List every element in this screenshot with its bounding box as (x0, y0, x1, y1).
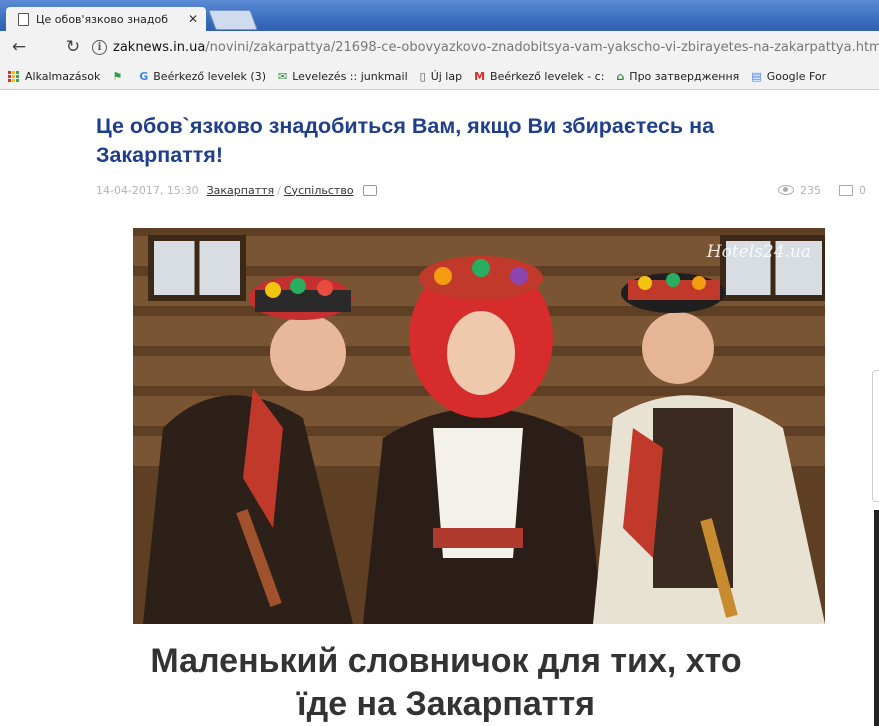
bookmark-flag[interactable]: ⚑ (112, 70, 127, 83)
eye-icon (778, 185, 794, 195)
bookmark-junkmail[interactable]: ✉ Levelezés :: junkmail (278, 70, 408, 83)
bookmark-new-tab[interactable]: ▯ Új lap (420, 70, 462, 83)
bookmark-label: Levelezés :: junkmail (292, 69, 408, 83)
bookmark-label: Alkalmazások (25, 69, 101, 83)
caption-line-2: їде на Закарпаття (297, 685, 595, 723)
print-icon[interactable] (362, 184, 377, 196)
bookmark-approval[interactable]: ⌂ Про затвердження (616, 70, 739, 83)
apps-icon (8, 70, 19, 82)
bookmarks-bar: Alkalmazások ⚑ G Beérkező levelek (3) ✉ … (0, 63, 879, 90)
photo-watermark: Hotels24.ua (706, 242, 811, 262)
house-icon: ⌂ (616, 69, 625, 83)
tab-title: Це обов'язково знадоб (36, 12, 169, 26)
bookmark-apps[interactable]: Alkalmazások (0, 70, 100, 83)
caption-line-1: Маленький словничок для тих, хто (150, 642, 742, 680)
gmail-icon: M (474, 69, 486, 83)
article-stats: 235 0 (778, 184, 866, 197)
browser-toolbar: ← ↻ i zaknews.in.ua /novini/zakarpattya/… (0, 31, 879, 63)
article-photo: Hotels24.ua (133, 228, 825, 624)
bookmark-label: Beérkező levelek - c: (490, 69, 605, 83)
back-arrow-icon[interactable]: ← (6, 37, 32, 57)
category-separator: / (277, 183, 281, 197)
side-widget-tab[interactable] (872, 370, 879, 502)
page-icon: ▯ (419, 69, 426, 83)
photo-illustration (133, 228, 825, 624)
bookmark-label: Про затвердження (629, 69, 740, 83)
google-forms-icon: ▤ (751, 69, 762, 83)
comment-icon[interactable] (839, 184, 853, 196)
mail-icon: ✉ (278, 69, 288, 83)
bookmark-google-forms[interactable]: ▤ Google For (751, 70, 826, 83)
page-icon (18, 12, 29, 26)
new-tab-button[interactable] (208, 10, 258, 30)
bookmark-label: Új lap (430, 69, 463, 83)
url-path: /novini/zakarpattya/21698-ce-obovyazkovo… (205, 39, 879, 55)
reload-icon[interactable]: ↻ (60, 37, 86, 57)
flag-icon: ⚑ (112, 69, 123, 83)
close-icon[interactable]: ✕ (188, 12, 198, 26)
browser-tabbar: Це обов'язково знадоб ✕ (0, 0, 879, 31)
views-count: 235 (800, 183, 821, 197)
side-edge-panel (874, 510, 879, 726)
bookmark-gmail[interactable]: M Beérkező levelek - c: (474, 70, 604, 83)
info-icon[interactable]: i (92, 39, 107, 55)
category-link-zakarpattya[interactable]: Закарпаття (207, 184, 275, 197)
browser-tab[interactable]: Це обов'язково знадоб ✕ (6, 7, 206, 31)
bookmark-google-inbox[interactable]: G Beérkező levelek (3) (139, 70, 266, 83)
bookmark-label: Beérkező levelek (3) (153, 69, 266, 83)
address-bar[interactable]: i zaknews.in.ua /novini/zakarpattya/2169… (92, 35, 879, 59)
comments-count: 0 (859, 183, 866, 197)
article-title: Це обов`язково знадобиться Вам, якщо Ви … (96, 114, 715, 167)
article-date: 14-04-2017, 15:30 (96, 183, 199, 197)
article-caption: Маленький словничок для тих, хто їде на … (96, 640, 796, 726)
bookmark-label: Google For (766, 69, 827, 83)
google-icon: G (139, 69, 149, 83)
article-meta: 14-04-2017, 15:30 Закарпаття / Суспільст… (96, 183, 866, 197)
url-host: zaknews.in.ua (113, 39, 206, 55)
category-link-society[interactable]: Суспільство (284, 184, 354, 197)
